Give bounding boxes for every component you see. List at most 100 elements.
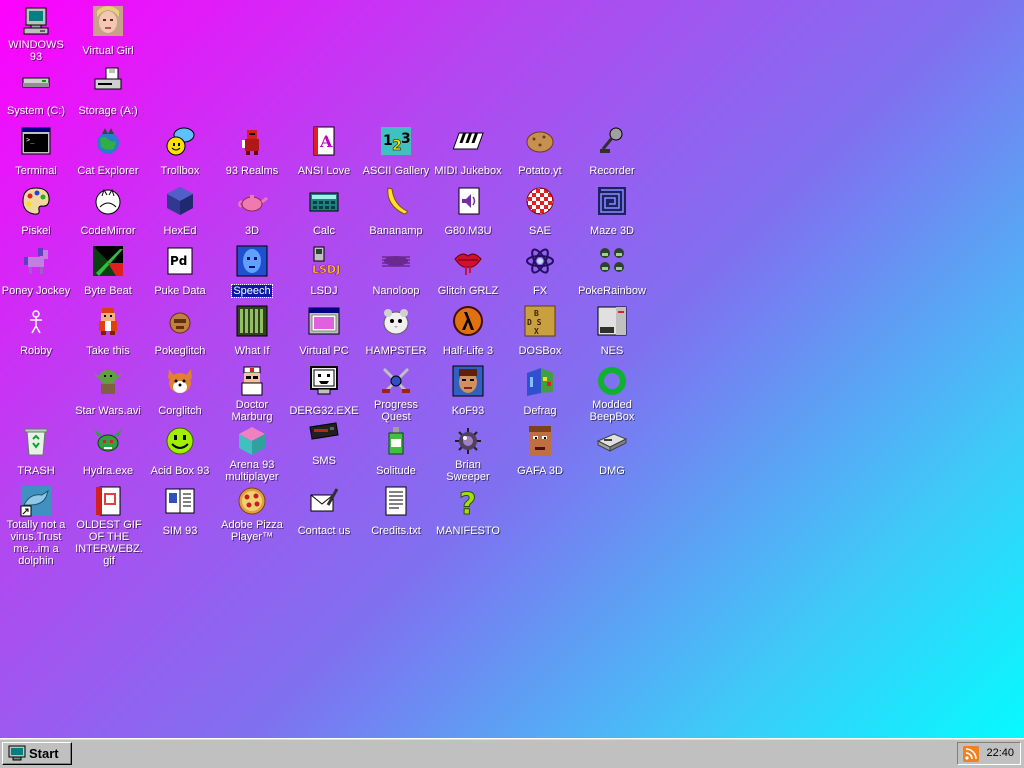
desktop-icon-potato-yt[interactable]: Potato.yt: [504, 125, 576, 178]
svg-text:A: A: [319, 132, 333, 151]
desktop-icon-calc[interactable]: Calc: [288, 185, 360, 238]
desktop-icon-terminal[interactable]: >_ Terminal: [0, 125, 72, 178]
desktop-icon-g80-m3u[interactable]: G80.M3U: [432, 185, 504, 238]
desktop-icon-label: Progress Quest: [373, 399, 419, 423]
green-ring-icon: [596, 365, 628, 397]
desktop-icon-label: Glitch GRLZ: [437, 285, 499, 297]
desktop-icon-label: HAMPSTER: [365, 345, 427, 357]
floppy-drive-icon: [92, 65, 124, 97]
desktop-icon-label: Doctor Marburg: [231, 399, 273, 423]
desktop-icon-label: KoF93: [451, 405, 485, 417]
desktop-icon-storage-a[interactable]: Storage (A:): [72, 65, 144, 118]
pizza-icon: [236, 485, 268, 517]
desktop-icon-nanoloop[interactable]: Nanoloop: [360, 245, 432, 298]
desktop-icon-system-c[interactable]: System (C:): [0, 65, 72, 118]
desktop-icon-virtual-pc[interactable]: Virtual PC: [288, 305, 360, 358]
desktop-icon-windows93[interactable]: WINDOWS 93: [0, 5, 72, 64]
desktop-icon-adobe-pizza-player[interactable]: Adobe Pizza Player™: [216, 485, 288, 544]
desktop-icon-manifesto[interactable]: ? MANIFESTO: [432, 485, 504, 538]
svg-text:Pd: Pd: [170, 254, 187, 268]
desktop-icon-pokeglitch[interactable]: Pokeglitch: [144, 305, 216, 358]
desktop-icon-corglitch[interactable]: Corglitch: [144, 365, 216, 418]
desktop-icon-label: Take this: [86, 345, 130, 357]
desktop-icon-doctor-marburg[interactable]: Doctor Marburg: [216, 365, 288, 424]
desktop-icon-progress-quest[interactable]: Progress Quest: [360, 365, 432, 424]
desktop-icon-dolphin-virus[interactable]: Totally not a virus.Trust me...im a dolp…: [0, 485, 72, 568]
desktop-icon-midi-jukebox[interactable]: MIDI Jukebox: [432, 125, 504, 178]
desktop-icon-recorder[interactable]: Recorder: [576, 125, 648, 178]
desktop-icon-label: Modded BeepBox: [589, 399, 635, 423]
desktop-icon-half-life-3[interactable]: Half-Life 3: [432, 305, 504, 358]
desktop-icon-what-if[interactable]: What If: [216, 305, 288, 358]
desktop-icon-label: Corglitch: [158, 405, 202, 417]
desktop-icon-byte-beat[interactable]: Byte Beat: [72, 245, 144, 298]
desktop-icon-lsdj[interactable]: LSDJ LSDJ: [288, 245, 360, 298]
desktop-icon-fx[interactable]: FX: [504, 245, 576, 298]
desktop-icon-label: PokeRainbow: [578, 285, 646, 297]
desktop-icon-93-realms[interactable]: 93 Realms: [216, 125, 288, 178]
blue-face-icon: [236, 245, 268, 277]
svg-text:3: 3: [401, 131, 411, 147]
desktop-icon-cat-explorer[interactable]: Cat Explorer: [72, 125, 144, 178]
recycle-bin-icon: [20, 425, 52, 457]
corgi-icon: [164, 365, 196, 397]
desktop-icon-credits-txt[interactable]: Credits.txt: [360, 485, 432, 538]
desktop-icon-label: Solitude: [376, 465, 416, 477]
desktop-icon-oldest-gif[interactable]: OLDEST GIF OF THE INTERWEBZ.gif: [72, 485, 144, 568]
desktop-icon-robby[interactable]: Robby: [0, 305, 72, 358]
pixel-character-icon: [92, 305, 124, 337]
doctor-icon: [236, 365, 268, 397]
desktop-icon-trollbox[interactable]: Trollbox: [144, 125, 216, 178]
desktop-icon-trash[interactable]: TRASH: [0, 425, 72, 478]
start-label: Start: [29, 746, 59, 761]
desktop-icon-gafa-3d[interactable]: GAFA 3D: [504, 425, 576, 478]
desktop-icon-pokerainbow[interactable]: PokeRainbow: [576, 245, 648, 298]
desktop-icon-brian-sweeper[interactable]: Brian Sweeper: [432, 425, 504, 484]
desktop-icon-label: Byte Beat: [84, 285, 132, 297]
desktop-icon-kof93[interactable]: KoF93: [432, 365, 504, 418]
desktop-icon-speech[interactable]: Speech: [216, 245, 288, 298]
desktop-icon-star-wars[interactable]: Star Wars.avi: [72, 365, 144, 418]
desktop-icon-sim-93[interactable]: SIM 93: [144, 485, 216, 538]
letter-pen-icon: [308, 485, 340, 517]
desktop-icon-glitch-grlz[interactable]: Glitch GRLZ: [432, 245, 504, 298]
desktop-icon-codemirror[interactable]: CodeMirror: [72, 185, 144, 238]
desktop-icon-label: Pokeglitch: [154, 345, 206, 357]
desktop-icon-hydra[interactable]: Hydra.exe: [72, 425, 144, 478]
desktop-icon-derg32[interactable]: DERG32.EXE: [288, 365, 360, 418]
desktop-icon-take-this[interactable]: Take this: [72, 305, 144, 358]
desktop-icon-solitude[interactable]: Solitude: [360, 425, 432, 478]
desktop-icon-maze-3d[interactable]: Maze 3D: [576, 185, 648, 238]
desktop-icon-defrag[interactable]: Defrag: [504, 365, 576, 418]
desktop-icon-puke-data[interactable]: Pd Puke Data: [144, 245, 216, 298]
desktop-icon-label: Trollbox: [160, 165, 200, 177]
desktop-icon-dosbox[interactable]: BD SX DOSBox: [504, 305, 576, 358]
desktop-icon-nes[interactable]: NES: [576, 305, 648, 358]
desktop-icon-piskel[interactable]: Piskel: [0, 185, 72, 238]
desktop-icon-label: Defrag: [523, 405, 557, 417]
desktop-icon-hampster[interactable]: HAMPSTER: [360, 305, 432, 358]
desktop-icon-label: Contact us: [297, 525, 351, 537]
desktop-icon-sms[interactable]: SMS: [288, 415, 360, 468]
desktop-icon-label: Nanoloop: [372, 285, 420, 297]
clock[interactable]: 22:40: [986, 743, 1014, 764]
desktop-icon-label: Credits.txt: [371, 525, 421, 537]
desktop-icon-acid-box-93[interactable]: Acid Box 93: [144, 425, 216, 478]
desktop-icon-modded-beepbox[interactable]: Modded BeepBox: [576, 365, 648, 424]
byte-beat-icon: [92, 245, 124, 277]
desktop-icon-poney-jockey[interactable]: Poney Jockey: [0, 245, 72, 298]
green-bars-icon: [236, 305, 268, 337]
desktop-icon-bananamp[interactable]: Bananamp: [360, 185, 432, 238]
desktop-icon-sae[interactable]: SAE: [504, 185, 576, 238]
desktop-icon-ansi-love[interactable]: A ANSI Love: [288, 125, 360, 178]
rss-icon[interactable]: [963, 746, 979, 762]
desktop-icon-3d[interactable]: 3D: [216, 185, 288, 238]
desktop-icon-ascii-gallery[interactable]: 123 ASCII Gallery: [360, 125, 432, 178]
desktop-icon-hexed[interactable]: HexEd: [144, 185, 216, 238]
desktop-icon-arena-93[interactable]: Arena 93 multiplayer: [216, 425, 288, 484]
desktop-icon-label: Puke Data: [154, 285, 206, 297]
desktop-icon-virtual-girl[interactable]: Virtual Girl: [72, 5, 144, 58]
start-button[interactable]: Start: [2, 742, 72, 765]
desktop-icon-dmg[interactable]: DMG: [576, 425, 648, 478]
desktop-icon-contact-us[interactable]: Contact us: [288, 485, 360, 538]
